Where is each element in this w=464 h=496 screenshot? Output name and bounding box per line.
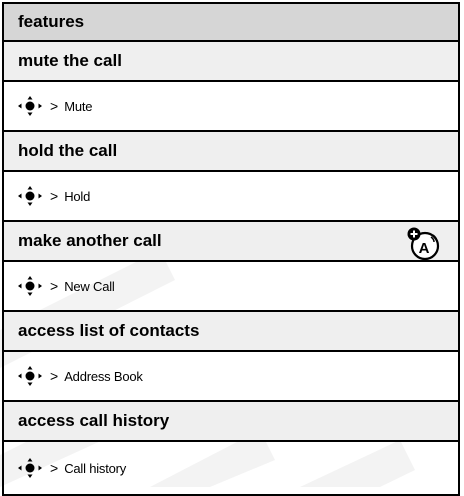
feature-title-row: access call history (4, 402, 458, 442)
feature-title: access list of contacts (18, 321, 200, 340)
table-header: features (4, 4, 458, 42)
nav-key-icon (18, 96, 42, 116)
menu-separator: > (50, 188, 59, 204)
feature-instruction-row: > Mute (4, 82, 458, 132)
network-dependent-feature-icon: A (407, 227, 440, 261)
feature-title: make another call (18, 231, 162, 250)
feature-instruction-row: > Hold (4, 172, 458, 222)
features-table: features mute the call > Mute hold the c… (2, 2, 460, 496)
nav-key-icon (18, 276, 42, 296)
feature-title: hold the call (18, 141, 118, 160)
nav-key-icon (18, 458, 42, 478)
feature-title-row: access list of contacts (4, 312, 458, 352)
feature-title-row: hold the call (4, 132, 458, 172)
menu-item-label: Address Book (64, 368, 143, 384)
feature-instruction-row: > New Call (4, 262, 458, 312)
menu-item-label: Call history (64, 460, 127, 476)
menu-item-label: Mute (64, 98, 93, 114)
menu-separator: > (50, 460, 59, 476)
feature-instruction-row: > Call history (4, 442, 458, 494)
menu-item-label: New Call (64, 278, 115, 294)
nav-key-icon (18, 186, 42, 206)
svg-text:A: A (419, 240, 430, 257)
menu-separator: > (50, 278, 59, 294)
nav-key-icon (18, 366, 42, 386)
menu-item-label: Hold (64, 188, 91, 204)
feature-title-row: mute the call (4, 42, 458, 82)
feature-title-row: make another call A (4, 222, 458, 262)
feature-title: access call history (18, 411, 170, 430)
menu-separator: > (50, 368, 59, 384)
feature-instruction-row: > Address Book (4, 352, 458, 402)
table-header-label: features (18, 12, 85, 31)
feature-title: mute the call (18, 51, 122, 70)
menu-separator: > (50, 98, 59, 114)
